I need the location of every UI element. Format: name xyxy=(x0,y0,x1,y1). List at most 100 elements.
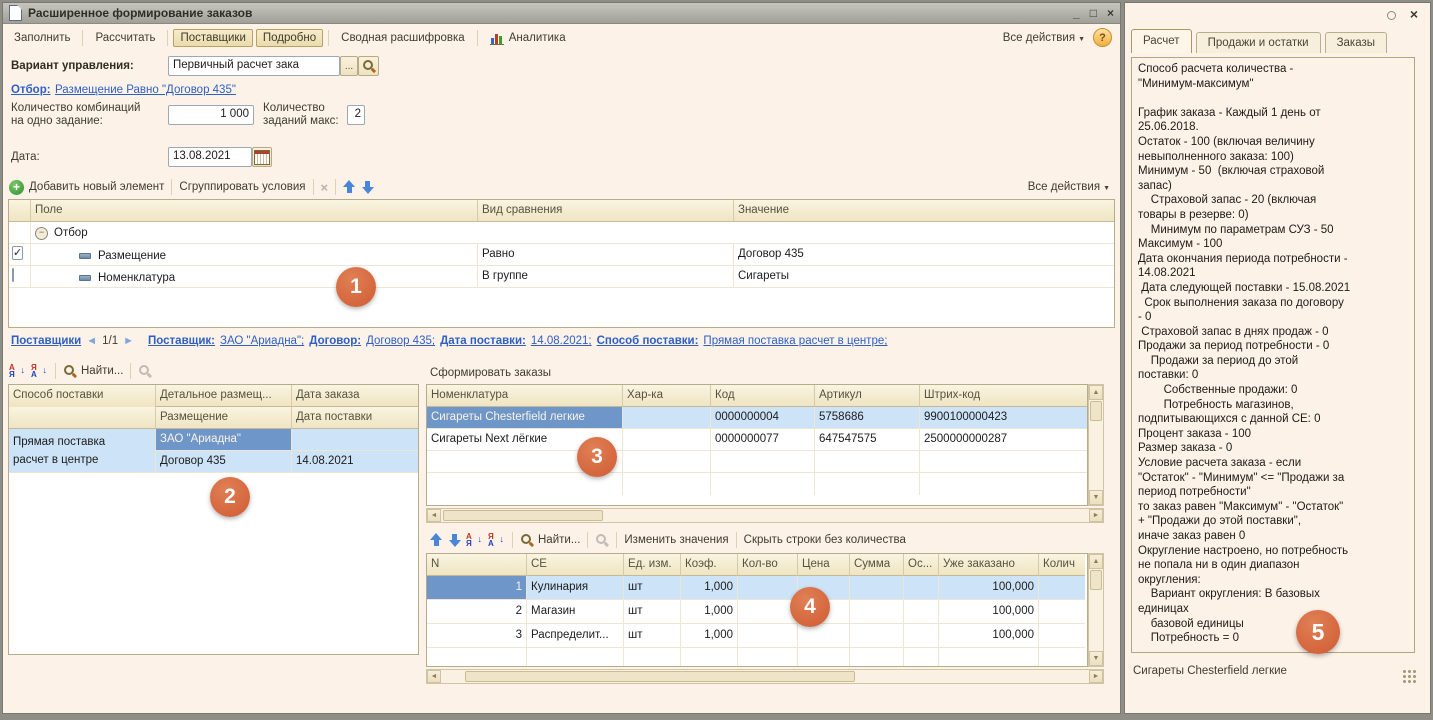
summary-button[interactable]: Сводная расшифровка xyxy=(334,29,472,47)
column-comparison[interactable]: Вид сравнения xyxy=(478,200,734,222)
combinations-input[interactable]: 1 000 xyxy=(168,105,254,125)
variant-open-button[interactable] xyxy=(358,56,379,76)
filter-all-actions-button[interactable]: Все действия▼ xyxy=(1028,181,1110,193)
column-qty[interactable]: Кол-во xyxy=(738,554,798,576)
delivery-method-value[interactable]: Прямая поставка расчет в центре; xyxy=(703,335,887,347)
tab-calculation[interactable]: Расчет xyxy=(1131,29,1192,53)
scroll-up-icon[interactable]: ▲ xyxy=(1089,554,1103,569)
scroll-down-icon[interactable]: ▼ xyxy=(1089,651,1103,666)
placement-cell[interactable]: ЗАО "Ариадна" xyxy=(156,429,292,451)
nomenclature-row[interactable]: Сигареты Next лёгкие 0000000077 64754757… xyxy=(427,429,1087,451)
filter-row[interactable]: ✓ Размещение Равно Договор 435 xyxy=(9,244,1114,266)
checkbox-checked[interactable]: ✓ xyxy=(12,246,23,260)
contract-label[interactable]: Договор: xyxy=(309,335,361,347)
column-order-date[interactable]: Дата заказа xyxy=(292,385,418,407)
calculate-button[interactable]: Рассчитать xyxy=(88,29,162,47)
column-placement[interactable]: Размещение xyxy=(156,407,292,429)
column-rem[interactable]: Ос... xyxy=(904,554,939,576)
prev-page-icon[interactable]: ◄ xyxy=(86,335,97,347)
column-price[interactable]: Цена xyxy=(798,554,850,576)
column-article[interactable]: Артикул xyxy=(815,385,920,407)
collapse-icon[interactable]: − xyxy=(35,227,48,240)
vertical-scrollbar[interactable]: ▲ ▼ xyxy=(1088,384,1104,506)
vertical-scrollbar[interactable]: ▲ ▼ xyxy=(1088,553,1104,667)
supplier-row[interactable]: Прямая поставкарасчет в центре ЗАО "Ариа… xyxy=(9,429,418,473)
filter-label[interactable]: Отбор: xyxy=(11,84,51,96)
column-unit[interactable]: Ед. изм. xyxy=(624,554,681,576)
suppliers-link[interactable]: Поставщики xyxy=(11,335,81,347)
tab-sales-and-stock[interactable]: Продажи и остатки xyxy=(1196,32,1321,53)
scroll-left-icon[interactable]: ◄ xyxy=(427,670,441,683)
suppliers-button[interactable]: Поставщики xyxy=(173,29,252,47)
column-ordered[interactable]: Уже заказано xyxy=(939,554,1039,576)
horizontal-scrollbar[interactable]: ◄ ► xyxy=(426,669,1104,684)
analytics-button[interactable]: Аналитика xyxy=(483,28,573,48)
delivery-date-value[interactable]: 14.08.2021; xyxy=(531,335,592,347)
column-field[interactable]: Поле xyxy=(31,200,478,222)
column-detail-placement[interactable]: Детальное размещ... xyxy=(156,385,292,407)
move-down-button[interactable] xyxy=(448,533,461,547)
column-last[interactable]: Колич xyxy=(1039,554,1085,576)
add-element-button[interactable]: + Добавить новый элемент xyxy=(9,180,164,195)
variant-input[interactable]: Первичный расчет зака xyxy=(168,56,340,76)
close-button[interactable]: × xyxy=(1107,7,1114,19)
column-barcode[interactable]: Штрих-код xyxy=(920,385,1087,407)
delete-icon[interactable]: × xyxy=(321,181,329,194)
contract-value[interactable]: Договор 435; xyxy=(366,335,435,347)
date-input[interactable]: 13.08.2021 xyxy=(168,147,252,167)
maximize-button[interactable]: □ xyxy=(1090,7,1097,19)
next-page-icon[interactable]: ► xyxy=(123,335,134,347)
tab-orders[interactable]: Заказы xyxy=(1325,32,1387,53)
panel-close-button[interactable]: × xyxy=(1410,6,1418,22)
scroll-left-icon[interactable]: ◄ xyxy=(427,509,441,522)
find-button[interactable]: Найти... xyxy=(63,364,123,378)
variant-select-button[interactable]: ... xyxy=(340,56,358,76)
scroll-thumb[interactable] xyxy=(465,671,855,682)
checkbox-unchecked[interactable] xyxy=(12,268,14,282)
resize-grip[interactable] xyxy=(1402,669,1418,683)
column-delivery-method[interactable]: Способ поставки xyxy=(9,385,156,407)
move-up-button[interactable] xyxy=(430,533,443,547)
move-up-button[interactable] xyxy=(343,180,356,194)
pin-icon[interactable] xyxy=(1387,11,1396,20)
column-sum[interactable]: Сумма xyxy=(850,554,904,576)
details-button[interactable]: Подробно xyxy=(256,29,323,47)
column-nomenclature[interactable]: Номенклатура xyxy=(427,385,623,407)
column-coef[interactable]: Коэф. xyxy=(681,554,738,576)
fill-button[interactable]: Заполнить xyxy=(7,29,77,47)
sort-desc-icon[interactable]: ЯА↓ xyxy=(488,533,505,548)
sort-desc-icon[interactable]: ЯА↓ xyxy=(31,364,48,379)
scroll-thumb[interactable] xyxy=(1090,570,1102,590)
group-conditions-button[interactable]: Сгруппировать условия xyxy=(179,181,305,193)
column-n[interactable]: N xyxy=(427,554,527,576)
delivery-date-label[interactable]: Дата поставки: xyxy=(440,335,526,347)
column-value[interactable]: Значение xyxy=(734,200,1114,222)
delivery-method-label[interactable]: Способ поставки: xyxy=(597,335,699,347)
sort-asc-icon[interactable]: АЯ↓ xyxy=(466,533,483,548)
scroll-up-icon[interactable]: ▲ xyxy=(1089,385,1103,400)
filter-link[interactable]: Размещение Равно "Договор 435" xyxy=(55,84,236,96)
supplier-value[interactable]: ЗАО "Ариадна"; xyxy=(220,335,304,347)
hide-rows-button[interactable]: Скрыть строки без количества xyxy=(744,534,906,546)
tasks-input[interactable]: 2 xyxy=(347,105,365,125)
qty-row[interactable]: 2 Магазин шт 1,000 100,000 xyxy=(427,600,1087,624)
help-button[interactable]: ? xyxy=(1093,28,1112,47)
column-delivery-date[interactable]: Дата поставки xyxy=(292,407,418,429)
qty-row[interactable]: 1 Кулинария шт 1,000 100,000 xyxy=(427,576,1087,600)
filter-row[interactable]: Номенклатура В группе Сигареты xyxy=(9,266,1114,288)
find-button[interactable]: Найти... xyxy=(520,533,580,547)
scroll-thumb[interactable] xyxy=(1090,401,1102,421)
date-calendar-button[interactable] xyxy=(252,147,272,167)
sort-asc-icon[interactable]: АЯ↓ xyxy=(9,364,26,379)
filter-group-row[interactable]: − Отбор xyxy=(9,222,1114,244)
minimize-button[interactable]: _ xyxy=(1073,7,1080,19)
scroll-right-icon[interactable]: ► xyxy=(1089,670,1103,683)
column-code[interactable]: Код xyxy=(711,385,815,407)
qty-row[interactable]: 3 Распределит... шт 1,000 100,000 xyxy=(427,624,1087,648)
edit-values-button[interactable]: Изменить значения xyxy=(624,534,728,546)
supplier-label[interactable]: Поставщик: xyxy=(148,335,215,347)
scroll-down-icon[interactable]: ▼ xyxy=(1089,490,1103,505)
column-ce[interactable]: СЕ xyxy=(527,554,624,576)
column-characteristic[interactable]: Хар-ка xyxy=(623,385,711,407)
scroll-right-icon[interactable]: ► xyxy=(1089,509,1103,522)
